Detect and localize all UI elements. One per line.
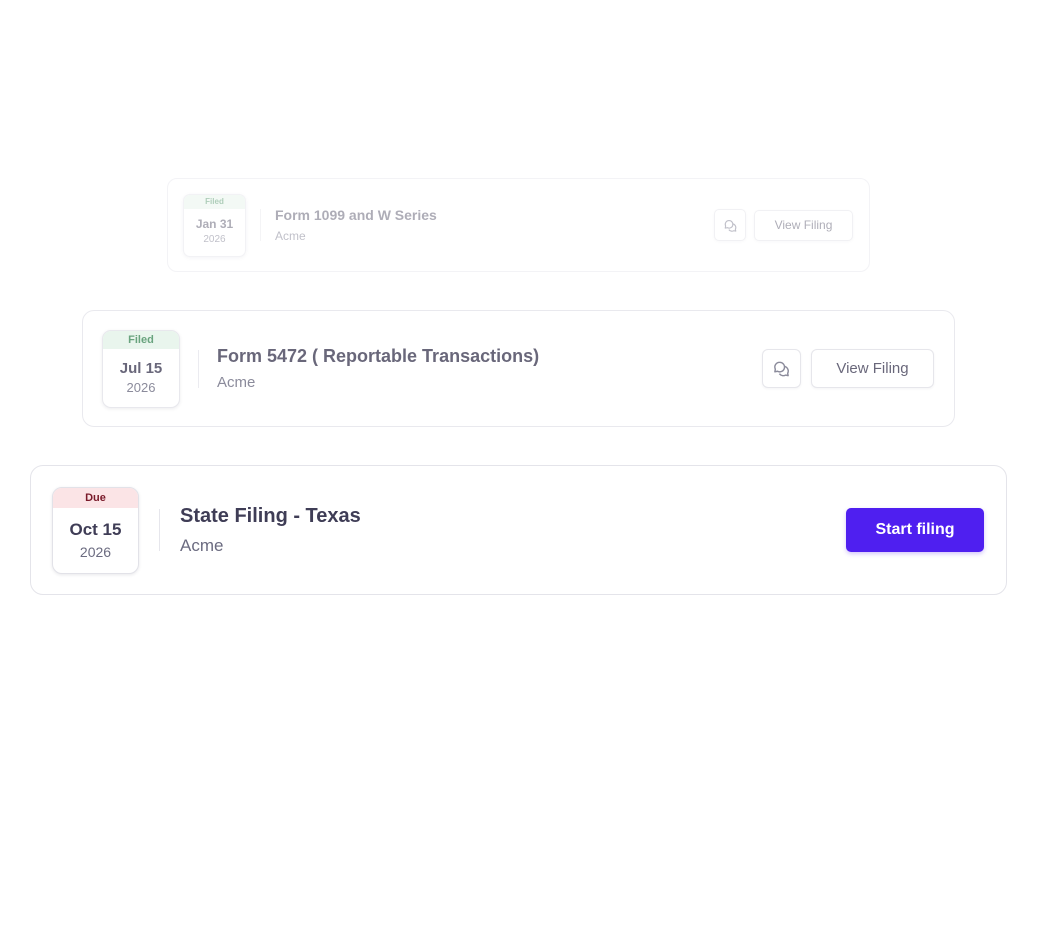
filing-info: Form 5472 ( Reportable Transactions) Acm… — [217, 346, 539, 391]
date-badge: Filed Jul 15 2026 — [102, 329, 180, 408]
filing-card: Filed Jul 15 2026 Form 5472 ( Reportable… — [82, 310, 955, 427]
filing-card: Filed Jan 31 2026 Form 1099 and W Series… — [167, 178, 870, 272]
status-badge: Filed — [184, 194, 245, 209]
company-name: Acme — [275, 229, 306, 243]
due-date: Jan 31 — [195, 216, 234, 231]
comments-button[interactable] — [714, 209, 746, 241]
filing-title: Form 1099 and W Series — [275, 207, 437, 223]
filing-card: Due Oct 15 2026 State Filing - Texas Acm… — [30, 465, 1007, 595]
filing-title: State Filing - Texas — [180, 504, 361, 527]
divider — [198, 349, 199, 388]
view-filing-button[interactable]: View Filing — [754, 209, 853, 241]
chat-bubbles-icon — [724, 219, 736, 232]
due-year: 2026 — [79, 543, 112, 560]
due-year: 2026 — [203, 233, 226, 245]
filing-info: Form 1099 and W Series Acme — [275, 207, 437, 243]
filing-title: Form 5472 ( Reportable Transactions) — [217, 346, 540, 366]
status-badge: Due — [53, 487, 138, 508]
due-date: Jul 15 — [119, 359, 163, 377]
comments-button[interactable] — [762, 349, 801, 388]
filing-info: State Filing - Texas Acme — [180, 505, 361, 556]
status-badge: Filed — [103, 330, 179, 349]
due-year: 2026 — [126, 379, 156, 395]
start-filing-button[interactable]: Start filing — [846, 508, 984, 552]
date-badge: Due Oct 15 2026 — [52, 486, 139, 574]
divider — [260, 209, 261, 241]
chat-bubbles-icon — [774, 361, 789, 377]
date-badge: Filed Jan 31 2026 — [183, 193, 246, 257]
view-filing-button[interactable]: View Filing — [811, 349, 934, 388]
due-date: Oct 15 — [69, 519, 122, 539]
company-name: Acme — [180, 535, 224, 555]
divider — [159, 509, 160, 551]
company-name: Acme — [217, 374, 256, 391]
